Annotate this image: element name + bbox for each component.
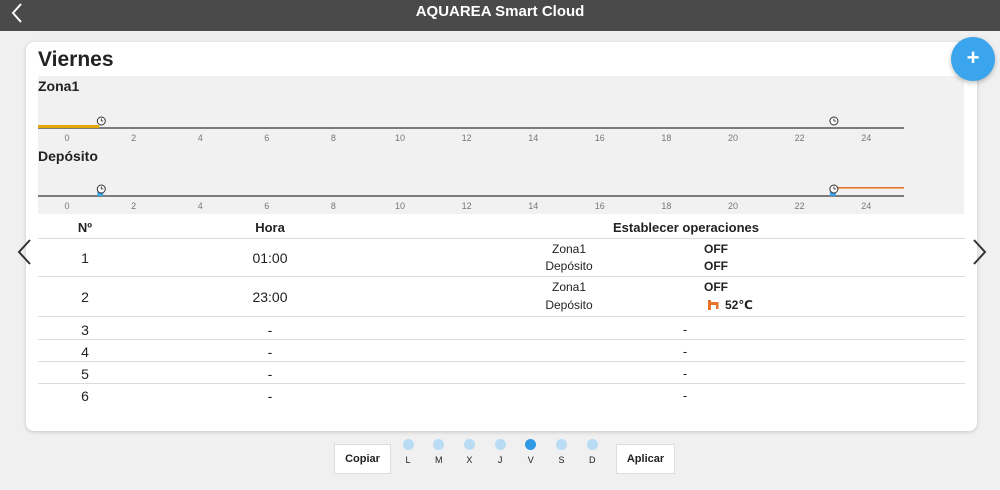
day-label: S <box>558 455 565 465</box>
axis-tick-label: 6 <box>264 201 269 211</box>
day-dot <box>463 439 475 450</box>
axis-tick-label: 14 <box>528 201 538 211</box>
axis-tick-label: 4 <box>198 201 203 211</box>
row-1-op-zone1: Zona1 <box>551 242 587 256</box>
day-label: J <box>497 455 503 465</box>
day-selector-M[interactable]: M <box>429 439 449 465</box>
tap-icon <box>708 300 719 310</box>
axis-tick-label: 20 <box>728 133 738 143</box>
row-6-time[interactable]: - <box>202 388 338 404</box>
axis-tick-label: 10 <box>395 133 405 143</box>
day-selector-S[interactable]: S <box>552 439 572 465</box>
axis-tick-label: 22 <box>795 201 805 211</box>
axis-tick-label: 4 <box>198 133 203 143</box>
axis-tick-label: 2 <box>131 201 136 211</box>
axis-tick-label: 0 <box>64 201 69 211</box>
divider <box>38 316 965 317</box>
day-selector-J[interactable]: J <box>490 439 510 465</box>
row-1-op-deposito-value[interactable]: OFF <box>704 259 728 273</box>
axis-tick-label: 20 <box>728 201 738 211</box>
row-6-num: 6 <box>81 388 89 404</box>
timeline-area: Zona1 0 2 4 6 8 10 12 14 16 18 20 22 24 Depósito 024… <box>38 76 964 214</box>
row-5-num: 5 <box>81 366 89 382</box>
day-label: D <box>588 455 596 465</box>
row-3-ops[interactable]: - <box>660 322 710 337</box>
day-dot <box>402 439 414 450</box>
zone1-timeline[interactable]: 0 2 4 6 8 10 12 14 16 18 20 22 24 <box>38 116 918 156</box>
col-header-time: Hora <box>255 220 285 235</box>
axis-tick-label: 14 <box>528 133 538 143</box>
divider <box>38 238 965 239</box>
apply-button[interactable]: Aplicar <box>616 444 675 474</box>
row-1-op-zone1-value[interactable]: OFF <box>704 242 728 256</box>
day-label: M <box>434 455 443 465</box>
row-2-op-deposito-value[interactable]: 52℃ <box>725 298 753 312</box>
app-title: AQUAREA Smart Cloud <box>415 3 585 20</box>
deposito-timeline[interactable]: 0 2 4 6 8 10 12 14 16 18 20 22 24 <box>38 184 918 224</box>
day-selector-X[interactable]: X <box>459 439 479 465</box>
row-6-ops[interactable]: - <box>660 388 710 403</box>
divider <box>38 276 965 277</box>
top-bar: AQUAREA Smart Cloud <box>0 0 1000 31</box>
axis-tick-label: 12 <box>462 133 472 143</box>
row-2-op-zone1-value[interactable]: OFF <box>704 280 728 294</box>
day-dot <box>433 439 445 450</box>
axis-tick-label: 16 <box>595 201 605 211</box>
axis-tick-label: 16 <box>595 133 605 143</box>
row-2-op-deposito: Depósito <box>545 298 593 312</box>
footer-bar: Copiar L M X J V S D Aplicar <box>0 437 1000 487</box>
schedule-card: Viernes Zona1 0 2 4 6 8 10 12 14 16 18 20 22 24 Depó… <box>26 42 977 431</box>
day-label: X <box>466 455 473 465</box>
row-4-time[interactable]: - <box>202 344 338 360</box>
row-2-num: 2 <box>81 289 89 305</box>
row-5-time[interactable]: - <box>202 366 338 382</box>
day-selector-L[interactable]: L <box>398 439 418 465</box>
divider <box>38 339 965 340</box>
axis-tick-label: 24 <box>861 201 871 211</box>
copy-button[interactable]: Copiar <box>334 444 391 474</box>
row-1-time[interactable]: 01:00 <box>202 250 338 266</box>
axis-tick-label: 18 <box>661 201 671 211</box>
axis-tick-label: 12 <box>462 201 472 211</box>
day-selector-V[interactable]: V <box>521 439 541 465</box>
row-4-num: 4 <box>81 344 89 360</box>
row-1-op-deposito: Depósito <box>545 259 593 273</box>
day-label: L <box>405 455 411 465</box>
axis-tick-label: 8 <box>331 201 336 211</box>
day-dot <box>494 439 506 450</box>
col-header-ops: Establecer operaciones <box>613 220 759 235</box>
row-3-num: 3 <box>81 322 89 338</box>
row-5-ops[interactable]: - <box>660 366 710 381</box>
axis-tick-label: 24 <box>861 133 871 143</box>
axis-tick-label: 18 <box>661 133 671 143</box>
row-3-time[interactable]: - <box>202 322 338 338</box>
row-4-ops[interactable]: - <box>660 344 710 359</box>
day-dot <box>525 439 537 450</box>
axis-tick-label: 6 <box>264 133 269 143</box>
col-header-num: Nº <box>77 220 93 235</box>
heat-segment <box>38 125 100 128</box>
divider <box>38 361 965 362</box>
day-title: Viernes <box>38 48 114 71</box>
axis-tick-label: 0 <box>64 133 69 143</box>
day-label: V <box>527 455 534 465</box>
prev-day-arrow-icon[interactable] <box>15 238 35 266</box>
divider <box>38 383 965 384</box>
axis-tick-label: 10 <box>395 201 405 211</box>
row-1-num: 1 <box>81 250 89 266</box>
day-selector-D[interactable]: D <box>582 439 602 465</box>
day-dot <box>556 439 567 450</box>
axis-tick-label: 22 <box>795 133 805 143</box>
day-dot <box>586 439 598 450</box>
zone1-label: Zona1 <box>38 78 80 94</box>
add-button[interactable]: + <box>951 37 995 81</box>
axis-tick-label: 2 <box>131 133 136 143</box>
row-2-op-zone1: Zona1 <box>551 280 587 294</box>
deposito-label: Depósito <box>38 148 98 164</box>
axis-tick-label: 8 <box>331 133 336 143</box>
row-2-time[interactable]: 23:00 <box>202 289 338 305</box>
next-day-arrow-icon[interactable] <box>969 238 989 266</box>
heat-segment <box>834 187 904 189</box>
